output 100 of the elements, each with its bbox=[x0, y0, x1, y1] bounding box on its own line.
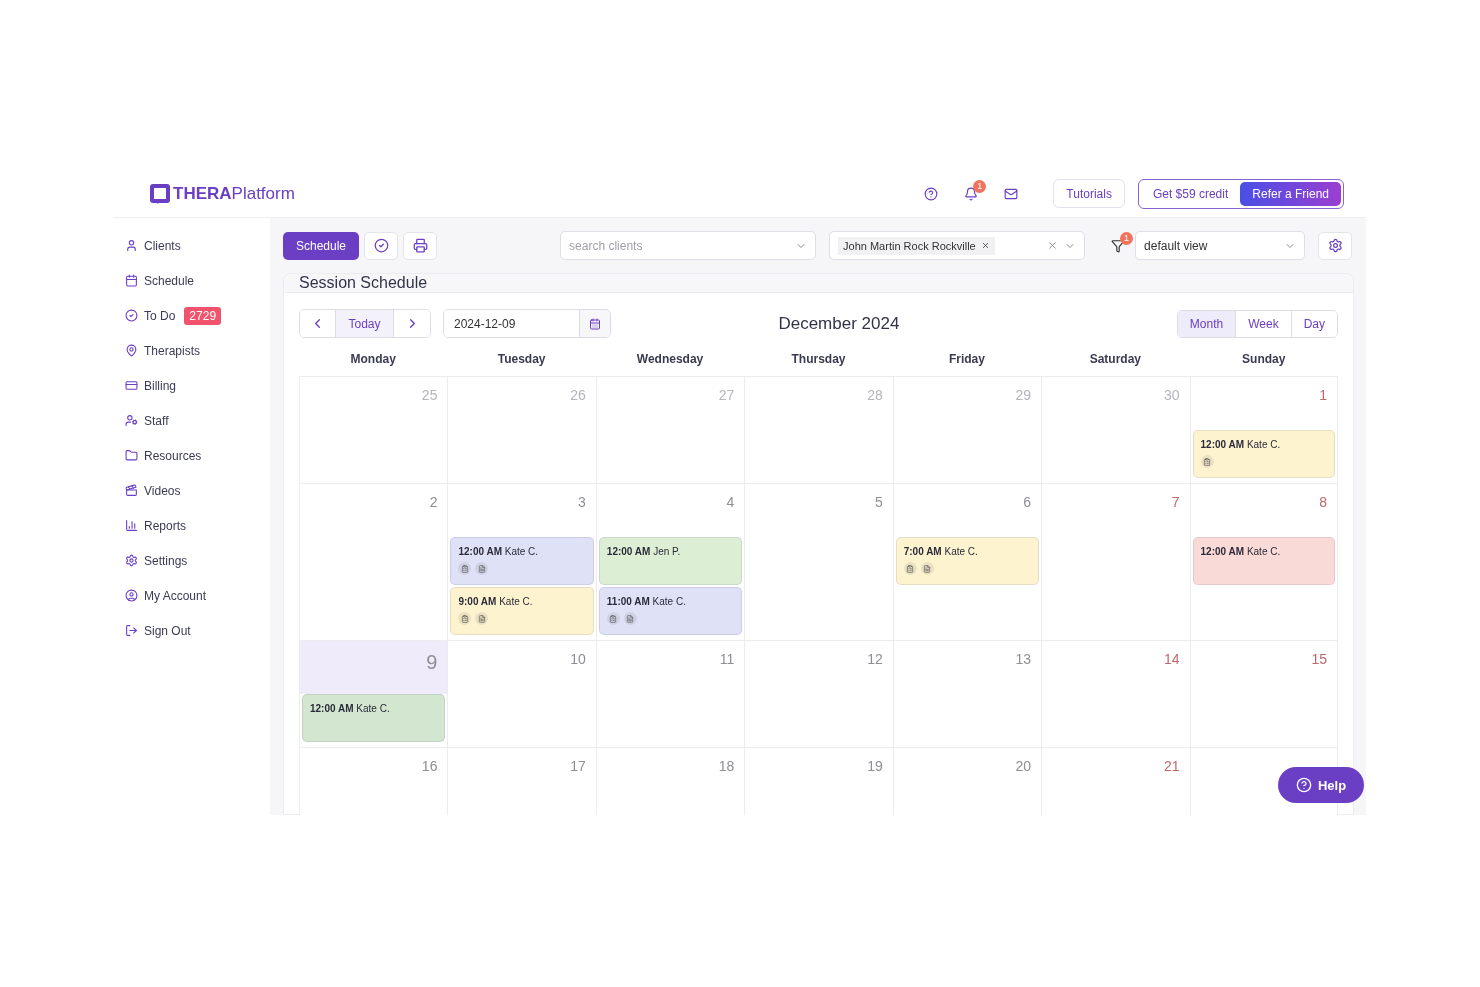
day-number: 13 bbox=[1015, 651, 1032, 667]
view-tab[interactable]: Month bbox=[1177, 310, 1237, 337]
event-label: 11:00 AM Kate C. bbox=[606, 596, 686, 607]
day-number: 17 bbox=[570, 758, 586, 774]
sidebar-item[interactable]: Billing bbox=[125, 368, 270, 403]
event-card[interactable]: 12:00 AM Kate C. bbox=[1192, 430, 1335, 478]
sidebar-item[interactable]: To Do 2729 bbox=[125, 298, 270, 333]
day-number: 15 bbox=[1311, 651, 1327, 667]
help-button[interactable]: Help bbox=[1278, 767, 1364, 803]
sidebar-item[interactable]: Reports bbox=[125, 508, 270, 543]
sidebar-item[interactable]: Therapists bbox=[125, 333, 270, 368]
day-cell[interactable]: 8 12:00 AM Kate C. bbox=[1189, 483, 1338, 640]
panel-title: Session Schedule bbox=[284, 274, 1353, 293]
day-number: 7 bbox=[1171, 494, 1180, 510]
event-card[interactable]: 7:00 AM Kate C. bbox=[895, 537, 1040, 585]
view-select[interactable]: default view bbox=[1135, 231, 1306, 260]
tutorials-button[interactable]: Tutorials bbox=[1053, 179, 1125, 208]
event-label: 7:00 AM Kate C. bbox=[903, 546, 978, 557]
day-number: 11 bbox=[719, 651, 735, 667]
day-cell[interactable]: 7 bbox=[1041, 483, 1190, 640]
sidebar-item[interactable]: Resources bbox=[125, 438, 270, 473]
settings-icon bbox=[1327, 238, 1343, 253]
day-number: 12 bbox=[867, 651, 883, 667]
sidebar-item[interactable]: Sign Out bbox=[125, 613, 270, 648]
calendar-icon bbox=[589, 317, 601, 330]
client-select[interactable]: John Martin Rock Rockville bbox=[829, 231, 1086, 260]
settings-icon bbox=[125, 554, 138, 567]
day-number: 18 bbox=[718, 758, 735, 774]
day-cell[interactable]: 14 bbox=[1041, 640, 1190, 747]
day-number: 10 bbox=[570, 651, 586, 667]
settings-button[interactable] bbox=[1318, 231, 1353, 260]
sidebar-item[interactable]: Videos bbox=[125, 473, 270, 508]
day-cell[interactable]: 6 7:00 AM Kate C. bbox=[892, 483, 1042, 640]
folder-icon bbox=[125, 449, 138, 462]
event-card[interactable]: 12:00 AM Kate C. bbox=[302, 694, 446, 742]
client-tag: John Martin Rock Rockville bbox=[838, 236, 995, 255]
today-button[interactable]: Today bbox=[336, 310, 394, 337]
day-number: 1 bbox=[1319, 387, 1327, 403]
filter-badge: 1 bbox=[1120, 231, 1134, 245]
event-card[interactable]: 11:00 AM Kate C. bbox=[598, 587, 743, 635]
day-number: 19 bbox=[867, 758, 883, 774]
day-number: 21 bbox=[1164, 758, 1180, 774]
mail-icon[interactable] bbox=[1004, 186, 1019, 201]
weekday-header: Tuesday bbox=[496, 352, 547, 368]
day-cell[interactable]: 1 12:00 AM Kate C. bbox=[1189, 376, 1338, 483]
event-label: 12:00 AM Kate C. bbox=[1200, 546, 1281, 557]
day-number: 3 bbox=[578, 494, 586, 510]
calendar-icon bbox=[125, 274, 138, 287]
day-number: 14 bbox=[1164, 651, 1180, 667]
event-card[interactable]: 12:00 AM Kate C. bbox=[450, 537, 594, 585]
credit-button[interactable]: Get $59 credit bbox=[1140, 186, 1241, 201]
notification-icon[interactable] bbox=[964, 186, 979, 201]
day-number: 9 bbox=[426, 651, 438, 674]
print-button[interactable] bbox=[403, 231, 438, 260]
day-number: 30 bbox=[1164, 387, 1180, 403]
day-cell[interactable]: 21 bbox=[1041, 747, 1190, 815]
day-cell[interactable]: 3 12:00 AM Kate C. 9:00 AM Kate C. bbox=[447, 483, 596, 640]
user-gear-icon bbox=[125, 414, 138, 427]
count-badge: 2729 bbox=[184, 306, 222, 325]
day-number: 20 bbox=[1015, 758, 1032, 774]
day-number: 29 bbox=[1015, 387, 1032, 403]
check-circle-icon bbox=[125, 309, 138, 322]
event-card[interactable]: 9:00 AM Kate C. bbox=[450, 587, 594, 635]
check-circle-icon bbox=[373, 238, 389, 253]
user-icon bbox=[125, 239, 138, 252]
clear-icon[interactable] bbox=[1047, 240, 1059, 251]
weekday-header: Thursday bbox=[790, 352, 847, 368]
sidebar-item[interactable]: My Account bbox=[125, 578, 270, 613]
sidebar-item[interactable]: Schedule bbox=[125, 263, 270, 298]
event-label: 12:00 AM Kate C. bbox=[310, 703, 390, 714]
help-icon bbox=[1295, 777, 1312, 793]
close-icon[interactable] bbox=[980, 241, 990, 250]
refer-button[interactable]: Refer a Friend bbox=[1240, 181, 1341, 206]
event-label: 9:00 AM Kate C. bbox=[458, 596, 533, 607]
sidebar-item[interactable]: Clients bbox=[125, 228, 270, 263]
check-button[interactable] bbox=[364, 231, 399, 260]
logo: THERAPlatform bbox=[149, 182, 295, 205]
sidebar-item[interactable]: Settings bbox=[125, 543, 270, 578]
sidebar-item[interactable]: Staff bbox=[125, 403, 270, 438]
day-cell[interactable]: 4 12:00 AM Jen P. 11:00 AM Kate C. bbox=[595, 483, 745, 640]
event-label: 12:00 AM Kate C. bbox=[458, 546, 539, 557]
event-card[interactable]: 12:00 AM Jen P. bbox=[598, 537, 743, 585]
day-cell[interactable]: 15 bbox=[1189, 640, 1338, 747]
day-number: 2 bbox=[429, 494, 438, 510]
notification-badge: 1 bbox=[973, 179, 987, 193]
schedule-button[interactable]: Schedule bbox=[283, 231, 360, 260]
printer-icon bbox=[412, 238, 428, 253]
day-cell[interactable]: 9 12:00 AM Kate C. bbox=[299, 640, 448, 747]
event-label: 12:00 AM Kate C. bbox=[1200, 439, 1281, 450]
help-icon[interactable] bbox=[924, 186, 939, 201]
calendar-button[interactable] bbox=[579, 310, 610, 337]
day-number: 27 bbox=[718, 387, 735, 403]
event-label: 12:00 AM Jen P. bbox=[606, 546, 681, 557]
event-card[interactable]: 12:00 AM Kate C. bbox=[1192, 537, 1335, 585]
day-number: 5 bbox=[874, 494, 883, 510]
day-number: 25 bbox=[421, 387, 438, 403]
sign-out-icon bbox=[125, 624, 138, 637]
day-number: 28 bbox=[867, 387, 883, 403]
weekday-header: Wednesday bbox=[635, 352, 705, 368]
date-field[interactable]: 2024-12-09 bbox=[443, 309, 611, 338]
